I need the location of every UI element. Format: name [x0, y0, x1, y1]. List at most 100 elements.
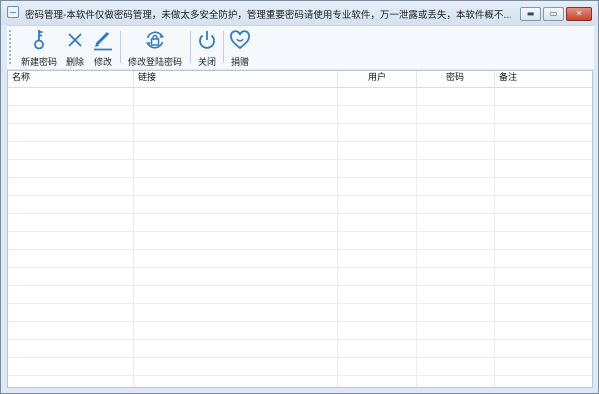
table-cell[interactable]	[495, 88, 592, 106]
table-cell[interactable]	[8, 178, 134, 196]
password-table[interactable]: 名称 链接 用户 密码 备注	[7, 70, 593, 388]
table-cell[interactable]	[417, 376, 495, 387]
table-cell[interactable]	[338, 286, 417, 304]
table-cell[interactable]	[417, 304, 495, 322]
table-cell[interactable]	[417, 88, 495, 106]
table-cell[interactable]	[417, 106, 495, 124]
table-cell[interactable]	[417, 196, 495, 214]
table-cell[interactable]	[338, 214, 417, 232]
column-header-notes[interactable]: 备注	[495, 71, 592, 87]
table-cell[interactable]	[338, 142, 417, 160]
table-cell[interactable]	[417, 286, 495, 304]
table-cell[interactable]	[417, 250, 495, 268]
table-cell[interactable]	[495, 124, 592, 142]
new-password-button[interactable]: 新建密码	[17, 28, 61, 68]
table-cell[interactable]	[8, 88, 134, 106]
table-cell[interactable]	[134, 88, 338, 106]
table-row[interactable]	[8, 286, 592, 304]
table-row[interactable]	[8, 160, 592, 178]
table-cell[interactable]	[134, 376, 338, 387]
table-cell[interactable]	[8, 124, 134, 142]
column-header-password[interactable]: 密码	[417, 71, 495, 87]
table-cell[interactable]	[8, 142, 134, 160]
table-cell[interactable]	[495, 340, 592, 358]
table-cell[interactable]	[417, 124, 495, 142]
column-header-user[interactable]: 用户	[338, 71, 417, 87]
table-cell[interactable]	[495, 268, 592, 286]
table-cell[interactable]	[134, 232, 338, 250]
table-cell[interactable]	[8, 286, 134, 304]
table-row[interactable]	[8, 214, 592, 232]
table-cell[interactable]	[134, 304, 338, 322]
donate-button[interactable]: 捐赠	[226, 28, 254, 68]
table-cell[interactable]	[134, 124, 338, 142]
table-cell[interactable]	[495, 286, 592, 304]
table-cell[interactable]	[495, 232, 592, 250]
delete-button[interactable]: 删除	[62, 28, 88, 68]
table-cell[interactable]	[338, 178, 417, 196]
table-row[interactable]	[8, 142, 592, 160]
table-cell[interactable]	[495, 322, 592, 340]
table-row[interactable]	[8, 124, 592, 142]
table-row[interactable]	[8, 340, 592, 358]
table-cell[interactable]	[417, 214, 495, 232]
table-row[interactable]	[8, 358, 592, 376]
table-cell[interactable]	[495, 160, 592, 178]
table-cell[interactable]	[134, 196, 338, 214]
table-cell[interactable]	[417, 268, 495, 286]
table-cell[interactable]	[417, 322, 495, 340]
table-cell[interactable]	[338, 124, 417, 142]
table-row[interactable]	[8, 268, 592, 286]
table-row[interactable]	[8, 106, 592, 124]
table-cell[interactable]	[8, 196, 134, 214]
change-login-password-button[interactable]: 修改登陆密码	[123, 28, 187, 68]
table-cell[interactable]	[417, 142, 495, 160]
table-row[interactable]	[8, 304, 592, 322]
table-cell[interactable]	[134, 214, 338, 232]
table-cell[interactable]	[8, 250, 134, 268]
table-cell[interactable]	[134, 268, 338, 286]
table-cell[interactable]	[134, 178, 338, 196]
table-cell[interactable]	[134, 286, 338, 304]
table-cell[interactable]	[495, 376, 592, 387]
edit-button[interactable]: 修改	[90, 28, 116, 68]
table-cell[interactable]	[134, 106, 338, 124]
table-row[interactable]	[8, 376, 592, 387]
table-cell[interactable]	[495, 106, 592, 124]
table-cell[interactable]	[417, 340, 495, 358]
table-cell[interactable]	[8, 268, 134, 286]
table-row[interactable]	[8, 196, 592, 214]
maximize-button[interactable]: ▭	[543, 7, 564, 21]
close-window-button[interactable]: ✕	[566, 7, 592, 21]
table-cell[interactable]	[8, 376, 134, 387]
table-cell[interactable]	[495, 214, 592, 232]
table-cell[interactable]	[8, 358, 134, 376]
table-cell[interactable]	[417, 160, 495, 178]
table-cell[interactable]	[8, 160, 134, 178]
table-cell[interactable]	[8, 340, 134, 358]
column-header-name[interactable]: 名称	[8, 71, 134, 87]
table-row[interactable]	[8, 322, 592, 340]
table-cell[interactable]	[495, 178, 592, 196]
table-cell[interactable]	[8, 214, 134, 232]
table-cell[interactable]	[338, 304, 417, 322]
table-cell[interactable]	[338, 322, 417, 340]
table-cell[interactable]	[417, 178, 495, 196]
column-header-link[interactable]: 链接	[134, 71, 338, 87]
table-cell[interactable]	[8, 106, 134, 124]
table-cell[interactable]	[338, 160, 417, 178]
toolbar-grip[interactable]	[9, 30, 13, 64]
table-cell[interactable]	[8, 304, 134, 322]
table-cell[interactable]	[8, 232, 134, 250]
table-cell[interactable]	[495, 250, 592, 268]
minimize-button[interactable]: ▬	[520, 7, 541, 21]
table-cell[interactable]	[338, 88, 417, 106]
title-bar[interactable]: 密码管理-本软件仅做密码管理，未做太多安全防护，管理重要密码请使用专业软件，万一…	[1, 1, 598, 25]
table-cell[interactable]	[495, 142, 592, 160]
table-cell[interactable]	[8, 322, 134, 340]
table-cell[interactable]	[338, 376, 417, 387]
table-cell[interactable]	[417, 232, 495, 250]
table-row[interactable]	[8, 232, 592, 250]
table-cell[interactable]	[134, 340, 338, 358]
table-row[interactable]	[8, 178, 592, 196]
